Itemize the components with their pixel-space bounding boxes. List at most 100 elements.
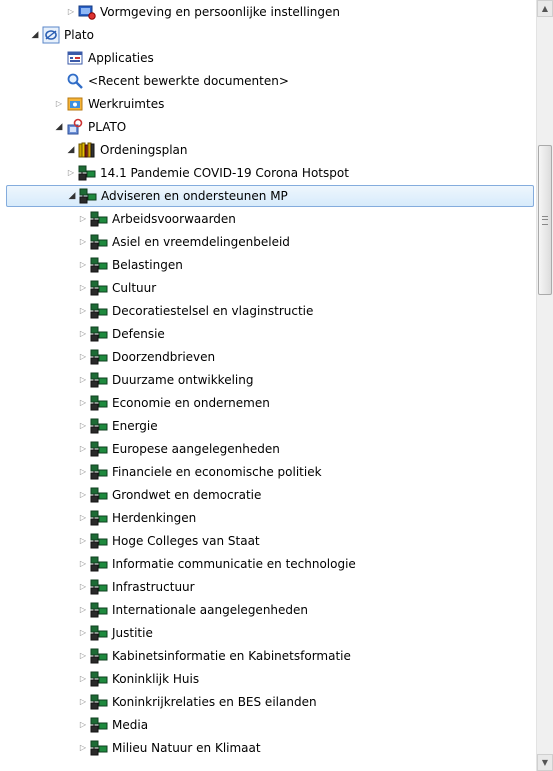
expand-arrow-icon[interactable]: ▷ — [78, 645, 88, 667]
tree-item[interactable]: ▷ Infrastructuur — [78, 576, 195, 598]
expand-arrow-icon[interactable]: ▷ — [78, 668, 88, 690]
tree-item[interactable]: ▷ Doorzendbrieven — [78, 346, 215, 368]
folder-tree-icon — [90, 463, 108, 481]
expand-arrow-icon[interactable]: ▷ — [66, 1, 76, 23]
expand-arrow-icon[interactable]: ▷ — [78, 576, 88, 598]
expand-arrow-icon[interactable]: ▷ — [78, 714, 88, 736]
tree-item[interactable]: ▷ Arbeidsvoorwaarden — [78, 208, 236, 230]
expand-arrow-icon[interactable]: ▷ — [78, 346, 88, 368]
tree-item-label: Arbeidsvoorwaarden — [112, 212, 236, 226]
tree-item[interactable]: ▷ Decoratiestelsel en vlaginstructie — [78, 300, 313, 322]
expand-arrow-icon[interactable]: ▷ — [78, 507, 88, 529]
tree-item[interactable]: ▷ Koninkrijkrelaties en BES eilanden — [78, 691, 317, 713]
tree-item[interactable]: ◢ Ordeningsplan — [66, 139, 188, 161]
tree-item[interactable]: ▷ Herdenkingen — [78, 507, 196, 529]
tree-item[interactable]: ▷ Belastingen — [78, 254, 183, 276]
vertical-scrollbar[interactable]: ▲ ▼ — [536, 0, 553, 771]
tree-item-label: Defensie — [112, 327, 165, 341]
folder-tree-icon — [90, 233, 108, 251]
tree-item[interactable]: ▷ Hoge Colleges van Staat — [78, 530, 260, 552]
scrollbar-thumb[interactable] — [538, 145, 552, 295]
folder-tree-icon — [90, 739, 108, 757]
folder-tree-icon — [90, 210, 108, 228]
expand-arrow-icon[interactable]: ▷ — [78, 553, 88, 575]
expand-arrow-icon[interactable]: ▷ — [78, 208, 88, 230]
expand-arrow-icon[interactable]: ▷ — [78, 438, 88, 460]
collapse-arrow-icon[interactable]: ◢ — [66, 139, 76, 161]
tree-item-label: Grondwet en democratie — [112, 488, 262, 502]
folder-tree-icon — [90, 509, 108, 527]
expand-arrow-icon[interactable]: ▷ — [78, 484, 88, 506]
tree-item[interactable]: ▷ Asiel en vreemdelingenbeleid — [78, 231, 290, 253]
folder-tree-icon — [90, 371, 108, 389]
tree-item[interactable]: ◢ Plato — [30, 24, 94, 46]
tree-item-label: Decoratiestelsel en vlaginstructie — [112, 304, 314, 318]
tree-item[interactable]: ◢ Adviseren en ondersteunen MP — [6, 185, 534, 207]
expand-arrow-icon[interactable]: ▷ — [78, 277, 88, 299]
plato-app-icon — [42, 26, 60, 44]
expand-arrow-icon[interactable]: ▷ — [54, 93, 64, 115]
tree-item[interactable]: ▷ Werkruimtes — [54, 93, 164, 115]
expand-arrow-icon[interactable]: ▷ — [66, 162, 76, 184]
expand-arrow-icon[interactable]: ▷ — [78, 323, 88, 345]
folder-tree-icon — [90, 532, 108, 550]
folder-tree-icon — [90, 348, 108, 366]
tree-item[interactable]: ▷ Milieu Natuur en Klimaat — [78, 737, 261, 759]
scroll-up-arrow-icon[interactable]: ▲ — [537, 0, 553, 17]
folder-tree-icon — [90, 693, 108, 711]
tree-item[interactable]: ▷ Europese aangelegenheden — [78, 438, 280, 460]
tree-item[interactable]: Applicaties — [54, 47, 154, 69]
collapse-arrow-icon[interactable]: ◢ — [67, 185, 77, 207]
tree-item[interactable]: ▷ Duurzame ontwikkeling — [78, 369, 253, 391]
collapse-arrow-icon[interactable]: ◢ — [30, 24, 40, 46]
scroll-down-arrow-icon[interactable]: ▼ — [537, 754, 553, 771]
settings-icon — [78, 3, 96, 21]
tree-item[interactable]: ▷ Informatie communicatie en technologie — [78, 553, 356, 575]
plato-search-icon — [66, 118, 84, 136]
tree-item-label: PLATO — [88, 120, 127, 134]
expand-arrow-icon[interactable]: ▷ — [78, 461, 88, 483]
expand-arrow-icon[interactable]: ▷ — [78, 530, 88, 552]
expand-arrow-icon[interactable]: ▷ — [78, 737, 88, 759]
folder-tree-icon — [90, 486, 108, 504]
tree-item[interactable]: ▷ Energie — [78, 415, 158, 437]
collapse-arrow-icon[interactable]: ◢ — [54, 116, 64, 138]
expand-arrow-icon[interactable]: ▷ — [78, 691, 88, 713]
tree-item[interactable]: ▷ Kabinetsinformatie en Kabinetsformatie — [78, 645, 351, 667]
tree-item[interactable]: ▷ Cultuur — [78, 277, 156, 299]
tree-item[interactable]: ▷ Vormgeving en persoonlijke instellingen — [66, 1, 340, 23]
tree-item[interactable]: ▷ Media — [78, 714, 148, 736]
tree-item-label: 14.1 Pandemie COVID-19 Corona Hotspot — [100, 166, 349, 180]
folder-tree-icon — [90, 647, 108, 665]
tree-item[interactable]: ◢ PLATO — [54, 116, 126, 138]
tree-item-label: Europese aangelegenheden — [112, 442, 280, 456]
expand-arrow-icon[interactable]: ▷ — [78, 622, 88, 644]
folder-tree-icon — [79, 187, 97, 205]
expand-arrow-icon[interactable]: ▷ — [78, 599, 88, 621]
tree-view[interactable]: ▷ Vormgeving en persoonlijke instellingen… — [0, 0, 536, 771]
tree-item-label: Media — [112, 718, 149, 732]
folder-tree-icon — [90, 555, 108, 573]
tree-item[interactable]: ▷ Justitie — [78, 622, 153, 644]
tree-item[interactable]: ▷ 14.1 Pandemie COVID-19 Corona Hotspot — [66, 162, 349, 184]
tree-item[interactable]: ▷ Economie en ondernemen — [78, 392, 270, 414]
expand-arrow-icon[interactable]: ▷ — [78, 369, 88, 391]
expand-arrow-icon[interactable]: ▷ — [78, 231, 88, 253]
tree-item[interactable]: ▷ Grondwet en democratie — [78, 484, 261, 506]
tree-item-label: Informatie communicatie en technologie — [112, 557, 356, 571]
tree-item[interactable]: <Recent bewerkte documenten> — [54, 70, 289, 92]
tree-item-label: Kabinetsinformatie en Kabinetsformatie — [112, 649, 351, 663]
tree-item[interactable]: ▷ Defensie — [78, 323, 165, 345]
folder-tree-icon — [90, 440, 108, 458]
search-icon — [66, 72, 84, 90]
expand-arrow-icon[interactable]: ▷ — [78, 415, 88, 437]
expand-arrow-icon[interactable]: ▷ — [78, 392, 88, 414]
tree-item[interactable]: ▷ Internationale aangelegenheden — [78, 599, 308, 621]
tree-item[interactable]: ▷ Koninklijk Huis — [78, 668, 199, 690]
expand-arrow-icon[interactable]: ▷ — [78, 300, 88, 322]
tree-item[interactable]: ▷ Financiele en economische politiek — [78, 461, 322, 483]
expand-arrow-icon[interactable]: ▷ — [78, 254, 88, 276]
tree-item-label: Economie en ondernemen — [112, 396, 270, 410]
grip-icon — [542, 215, 548, 225]
